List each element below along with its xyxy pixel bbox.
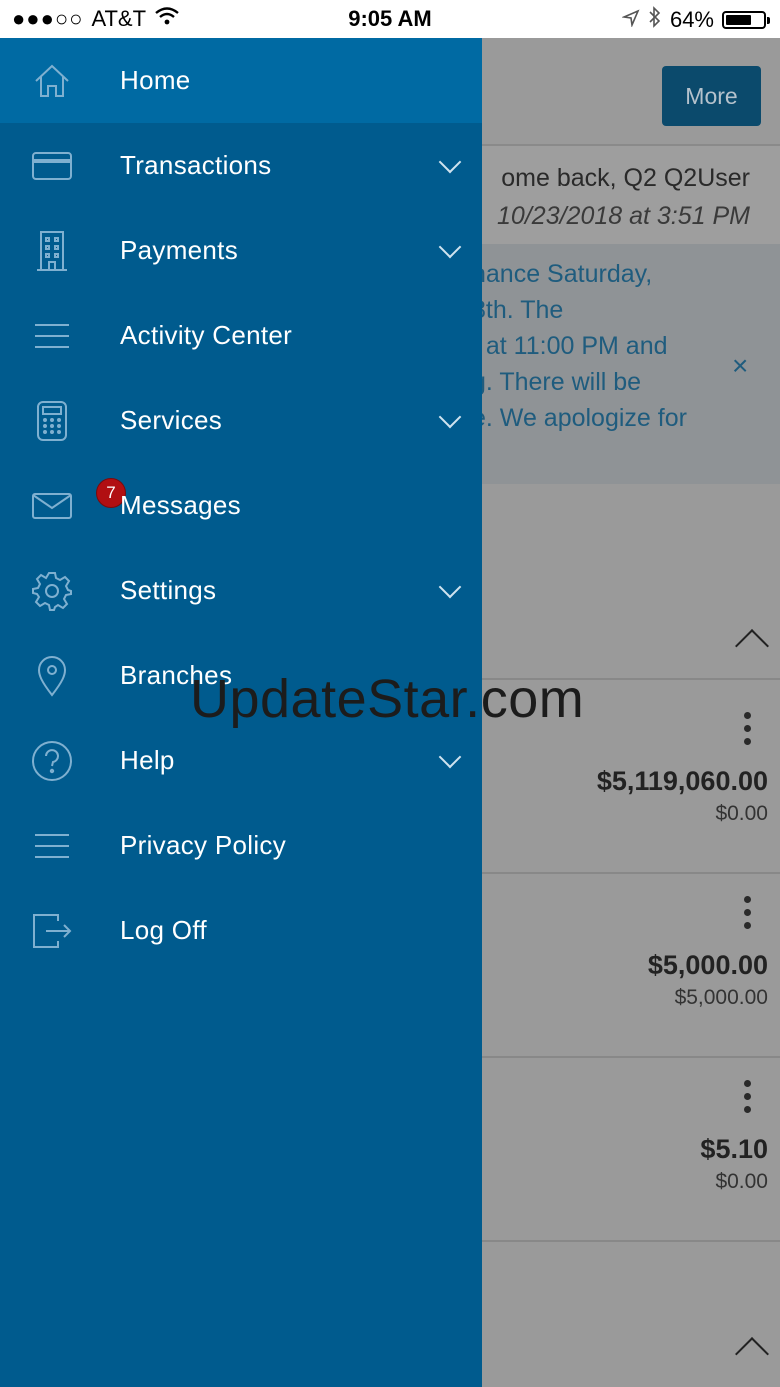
divider (480, 872, 780, 874)
account-sub-balance: $5,000.00 (674, 986, 768, 1009)
chevron-down-icon[interactable] (438, 745, 462, 768)
gear-icon (30, 569, 74, 613)
notice-line: t at 11:00 PM and (472, 332, 668, 360)
menu-item-messages[interactable]: 7 Messages (0, 463, 482, 548)
menu-item-label: Help (120, 745, 175, 775)
battery-percent: 64% (669, 7, 714, 32)
menu-item-label: Activity Center (120, 320, 293, 350)
collapse-chevron-icon[interactable] (735, 1337, 769, 1371)
account-balance: $5.10 (700, 1134, 768, 1164)
menu-item-label: Services (120, 405, 223, 435)
notice-line: nance Saturday, (472, 260, 653, 288)
chevron-down-icon[interactable] (438, 575, 462, 598)
notice-line: 8th. The (472, 296, 564, 324)
menu-item-privacy-policy[interactable]: Privacy Policy (0, 803, 482, 888)
account-menu-icon[interactable] (744, 712, 751, 751)
account-sub-balance: $0.00 (715, 802, 768, 825)
account-balance: $5,119,060.00 (596, 766, 768, 796)
status-right: 64% (621, 6, 770, 34)
close-icon[interactable]: × (732, 350, 748, 382)
map-pin-icon (30, 654, 74, 698)
menu-item-label: Messages (120, 490, 241, 520)
card-icon (30, 144, 74, 188)
building-icon (30, 229, 74, 273)
logout-icon (30, 909, 74, 953)
battery-icon (722, 11, 770, 29)
menu-item-label: Home (120, 65, 191, 95)
list-icon (30, 314, 74, 358)
menu-item-label: Privacy Policy (120, 830, 287, 860)
menu-item-payments[interactable]: Payments (0, 208, 482, 293)
mail-icon: 7 (30, 477, 126, 528)
menu-item-transactions[interactable]: Transactions (0, 123, 482, 208)
account-menu-icon[interactable] (744, 896, 751, 935)
menu-item-label: Settings (120, 575, 217, 605)
menu-item-services[interactable]: Services (0, 378, 482, 463)
menu-item-home[interactable]: Home (0, 38, 482, 123)
notice-line: e. We apologize for (472, 404, 687, 432)
bluetooth-icon (648, 6, 662, 34)
location-icon (621, 7, 640, 33)
menu-item-label: Payments (120, 235, 239, 265)
account-menu-icon[interactable] (744, 1080, 751, 1119)
chevron-down-icon[interactable] (438, 150, 462, 173)
more-button[interactable]: More (662, 66, 761, 126)
account-sub-balance: $0.00 (715, 1170, 768, 1193)
menu-item-label: Transactions (120, 150, 272, 180)
menu-item-activity-center[interactable]: Activity Center (0, 293, 482, 378)
divider (480, 1240, 780, 1242)
help-icon (30, 739, 74, 783)
chevron-down-icon[interactable] (438, 405, 462, 428)
welcome-text: ome back, Q2 Q2User (501, 164, 750, 192)
menu-item-label: Log Off (120, 915, 207, 945)
menu-item-help[interactable]: Help (0, 718, 482, 803)
watermark: UpdateStar.com (190, 669, 585, 729)
calculator-icon (30, 399, 74, 443)
home-icon (30, 59, 74, 103)
account-balance: $5,000.00 (647, 950, 768, 980)
chevron-down-icon[interactable] (438, 235, 462, 258)
collapse-chevron-icon[interactable] (735, 629, 769, 663)
last-login-text: 10/23/2018 at 3:51 PM (497, 202, 750, 230)
menu-item-log-off[interactable]: Log Off (0, 888, 482, 973)
divider (480, 1056, 780, 1058)
status-bar: ●●●○○ AT&T 9:05 AM 64% (0, 0, 780, 38)
menu-item-settings[interactable]: Settings (0, 548, 482, 633)
notice-line: g. There will be (472, 368, 642, 396)
list-icon (30, 824, 74, 868)
